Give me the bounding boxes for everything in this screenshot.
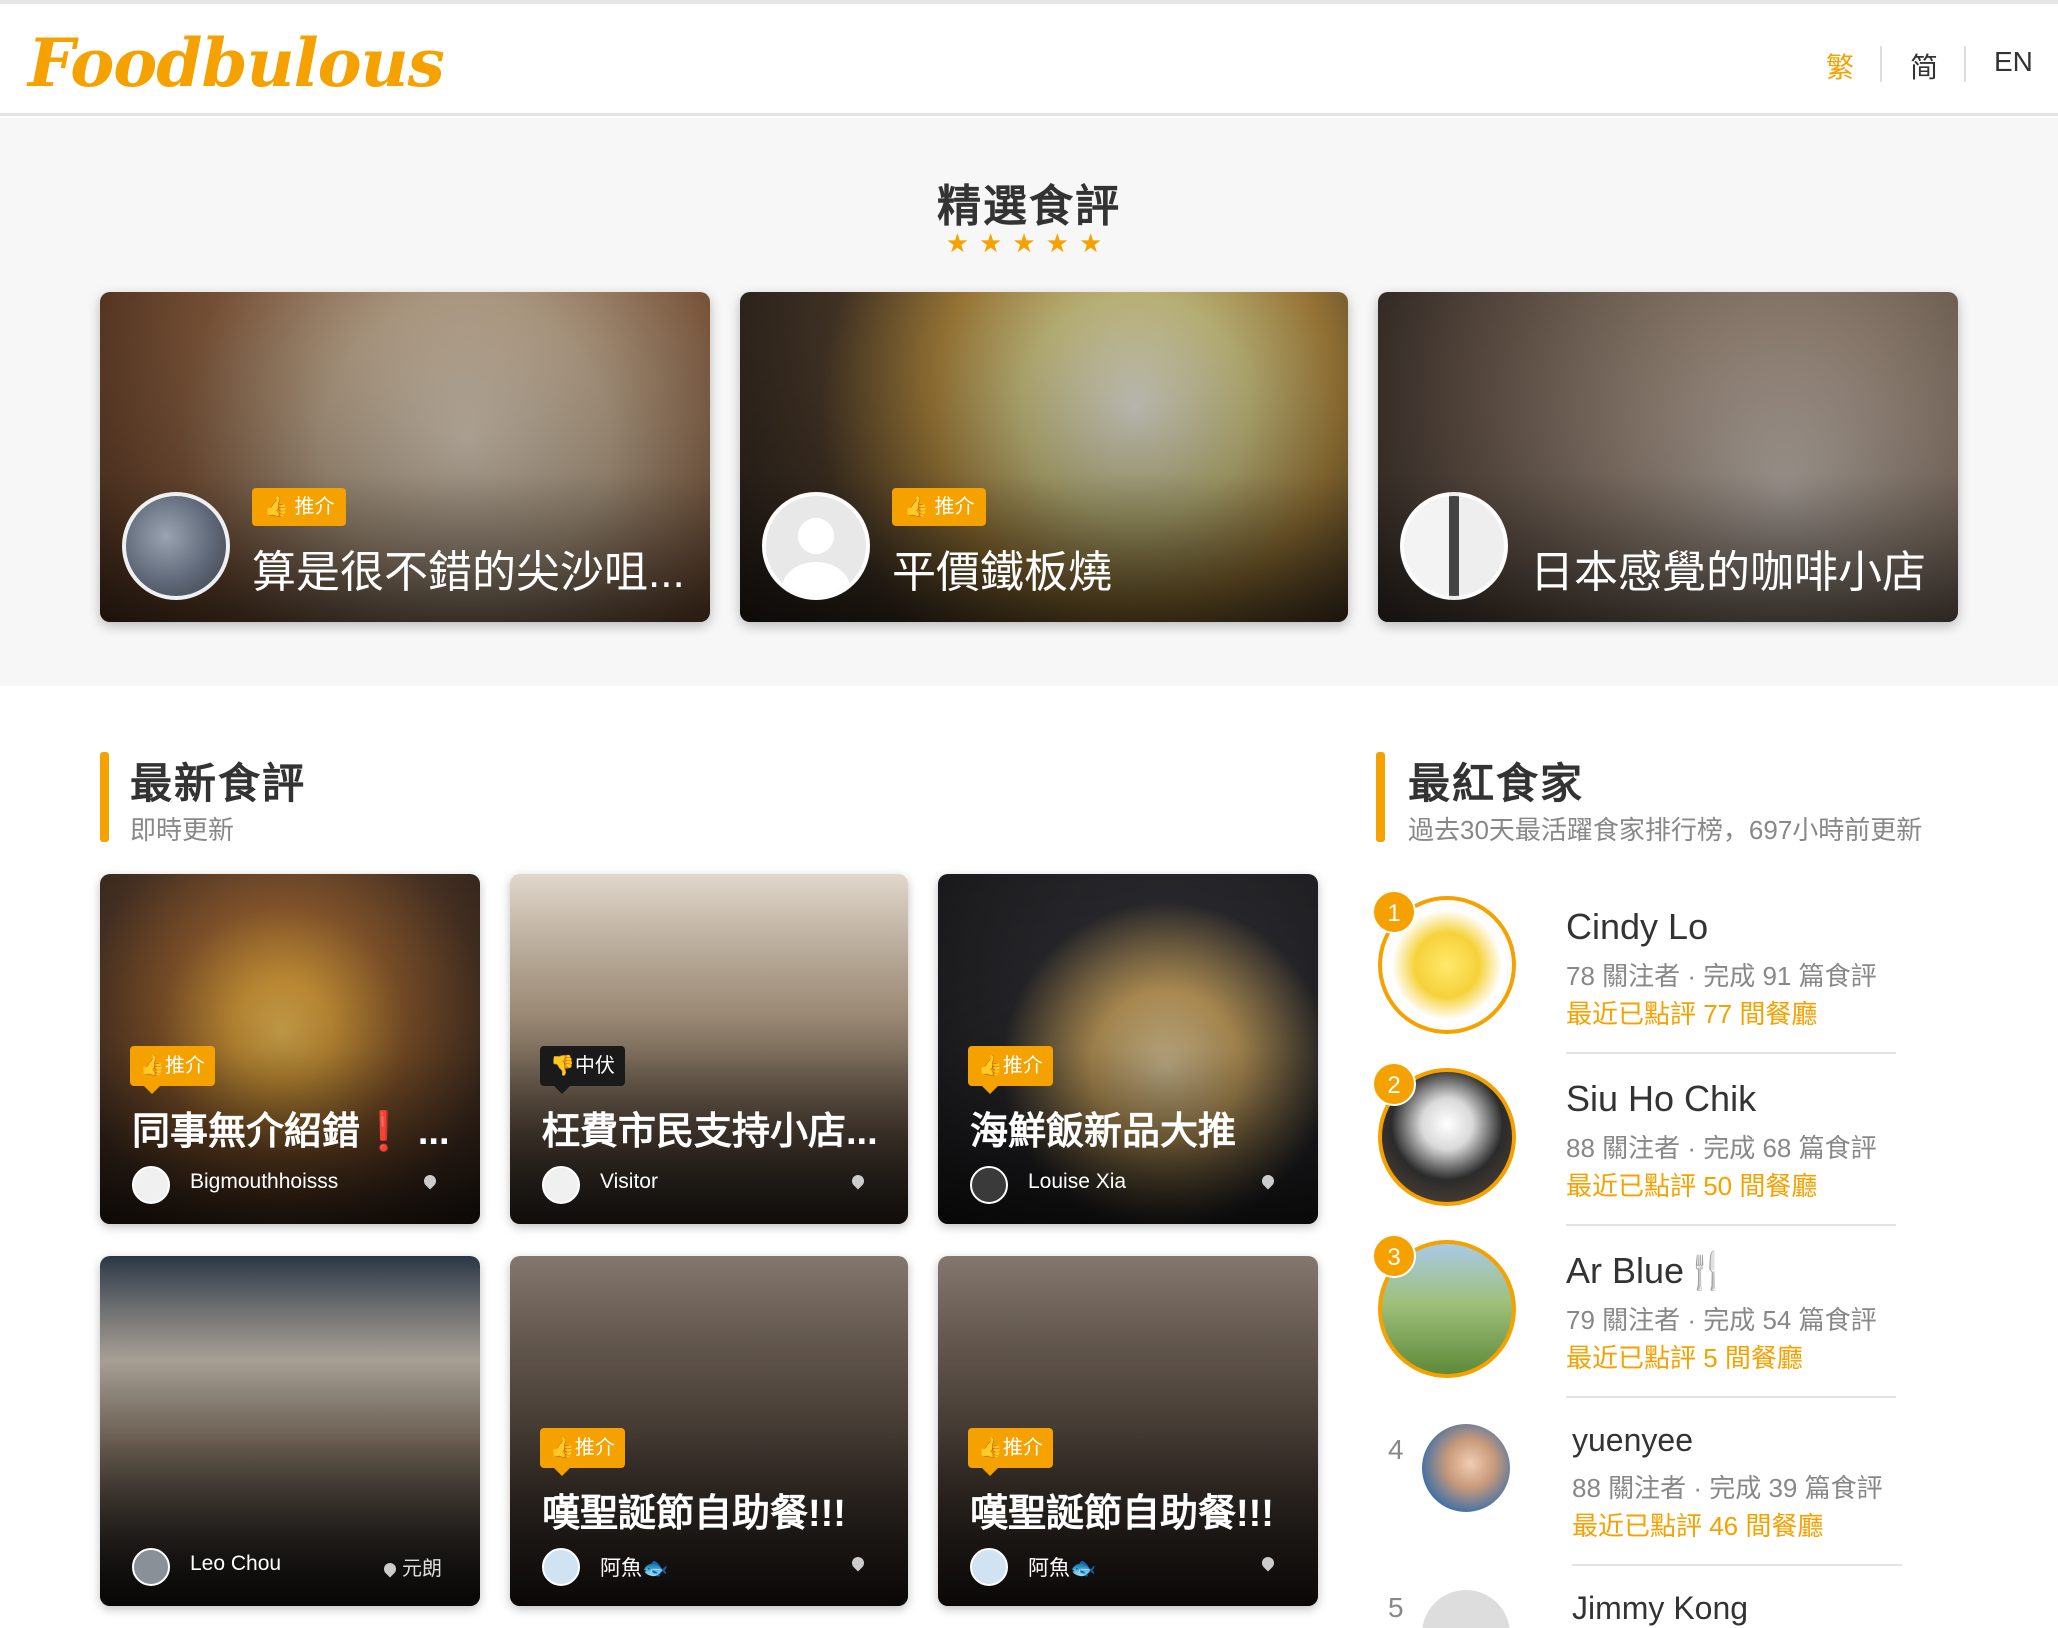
featured-card-title[interactable]: 日本感覺的咖啡小店 bbox=[1530, 536, 1926, 600]
recommend-badge: 👍 推介 bbox=[252, 488, 347, 526]
lang-divider bbox=[1880, 46, 1882, 82]
featured-card[interactable]: 👍 推介 算是很不錯的尖沙咀... bbox=[100, 292, 710, 622]
latest-reviews-title: 最新食評 bbox=[130, 760, 307, 807]
foodie-stats: 78 關注者 · 完成 91 篇食評 bbox=[1566, 961, 1877, 991]
review-card[interactable]: 👍推介 嘆聖誕節自助餐!!! 阿魚🐟 bbox=[510, 1256, 908, 1606]
review-card-title[interactable]: 嘆聖誕節自助餐!!! bbox=[970, 1482, 1300, 1537]
foodie-name[interactable]: Jimmy Kong bbox=[1572, 1590, 1748, 1627]
divider bbox=[1566, 1224, 1896, 1226]
foodie-name[interactable]: Siu Ho Chik bbox=[1566, 1078, 1756, 1120]
recommend-badge: 👍 推介 bbox=[892, 488, 987, 526]
user-avatar[interactable] bbox=[132, 1166, 170, 1204]
featured-card-title[interactable]: 平價鐵板燒 bbox=[892, 536, 1112, 600]
featured-card-title[interactable]: 算是很不錯的尖沙咀... bbox=[252, 536, 685, 600]
review-author[interactable]: Visitor bbox=[600, 1170, 658, 1194]
foodie-stats: 88 關注者 · 完成 68 篇食評 bbox=[1566, 1133, 1877, 1163]
review-author[interactable]: Bigmouthhoisss bbox=[190, 1170, 338, 1194]
user-avatar[interactable] bbox=[542, 1166, 580, 1204]
featured-card[interactable]: 日本感覺的咖啡小店 bbox=[1378, 292, 1958, 622]
lang-english[interactable]: EN bbox=[1994, 46, 2033, 78]
lang-simplified[interactable]: 简 bbox=[1910, 46, 1938, 86]
foodie-avatar[interactable] bbox=[1422, 1590, 1510, 1628]
foodie-recent: 最近已點評 5 間餐廳 bbox=[1566, 1343, 1803, 1373]
foodie-name[interactable]: Cindy Lo bbox=[1566, 906, 1708, 948]
top-foodies-subtitle: 過去30天最活躍食家排行榜，697小時前更新 bbox=[1408, 815, 1923, 845]
review-card[interactable]: 👍推介 同事無介紹錯❗ ... Bigmouthhoisss bbox=[100, 874, 480, 1224]
review-card[interactable]: Leo Chou 元朗 bbox=[100, 1256, 480, 1606]
default-user-icon bbox=[782, 518, 850, 596]
foodie-recent: 最近已點評 46 間餐廳 bbox=[1572, 1511, 1824, 1541]
foodie-name[interactable]: Ar Blue🍴 bbox=[1566, 1250, 1729, 1292]
recommend-badge: 👍推介 bbox=[968, 1428, 1053, 1476]
lang-divider bbox=[1964, 46, 1966, 82]
section-accent-bar bbox=[1376, 752, 1385, 842]
foodie-stats: 88 關注者 · 完成 39 篇食評 bbox=[1572, 1473, 1883, 1503]
foodie-stats: 79 關注者 · 完成 54 篇食評 bbox=[1566, 1305, 1877, 1335]
featured-stars: ★★★★★ bbox=[945, 228, 1113, 258]
foodie-item[interactable]: 1 Cindy Lo 78 關注者 · 完成 91 篇食評 最近已點評 77 間… bbox=[1372, 890, 1896, 1056]
lang-traditional[interactable]: 繁 bbox=[1826, 46, 1854, 86]
review-card-title[interactable]: 枉費市民支持小店... bbox=[542, 1100, 890, 1155]
location-pin-icon bbox=[421, 1170, 442, 1193]
user-avatar[interactable] bbox=[542, 1548, 580, 1586]
author-avatar[interactable] bbox=[762, 492, 870, 600]
recommend-badge: 👍推介 bbox=[540, 1428, 625, 1476]
site-logo[interactable]: Foodbulous bbox=[28, 24, 445, 102]
rank-badge: 1 bbox=[1372, 890, 1416, 934]
user-avatar[interactable] bbox=[132, 1548, 170, 1586]
foodie-recent: 最近已點評 77 間餐廳 bbox=[1566, 999, 1818, 1029]
review-author[interactable]: 阿魚🐟 bbox=[600, 1552, 668, 1582]
review-card-title[interactable]: 海鮮飯新品大推 bbox=[970, 1100, 1300, 1155]
latest-reviews-subtitle: 即時更新 bbox=[130, 815, 235, 845]
divider bbox=[1566, 1052, 1896, 1054]
foodie-recent: 最近已點評 50 間餐廳 bbox=[1566, 1171, 1818, 1201]
section-accent-bar bbox=[100, 752, 109, 842]
review-card-title[interactable]: 嘆聖誕節自助餐!!! bbox=[542, 1482, 890, 1537]
rank-number: 5 bbox=[1388, 1592, 1404, 1623]
review-card[interactable]: 👎中伏 枉費市民支持小店... Visitor bbox=[510, 874, 908, 1224]
foodie-avatar[interactable] bbox=[1422, 1424, 1510, 1512]
top-foodies-title: 最紅食家 bbox=[1408, 760, 1585, 807]
rank-number: 4 bbox=[1388, 1434, 1404, 1465]
review-author[interactable]: 阿魚🐟 bbox=[1028, 1552, 1096, 1582]
divider bbox=[1572, 1564, 1902, 1566]
foodie-item[interactable]: 3 Ar Blue🍴 79 關注者 · 完成 54 篇食評 最近已點評 5 間餐… bbox=[1372, 1234, 1896, 1400]
recommend-badge: 👍推介 bbox=[130, 1046, 215, 1094]
review-author[interactable]: Louise Xia bbox=[1028, 1170, 1126, 1194]
location-pin-icon bbox=[1259, 1552, 1280, 1575]
negative-badge: 👎中伏 bbox=[540, 1046, 625, 1094]
featured-title: 精選食評 bbox=[937, 182, 1121, 231]
location-pin-icon bbox=[1259, 1170, 1280, 1193]
featured-card[interactable]: 👍 推介 平價鐵板燒 bbox=[740, 292, 1348, 622]
recommend-badge: 👍推介 bbox=[968, 1046, 1053, 1094]
featured-section: 精選食評 ★★★★★ 👍 推介 算是很不錯的尖沙咀... 👍 推介 平價鐵板燒 … bbox=[0, 118, 2058, 686]
review-card[interactable]: 👍推介 嘆聖誕節自助餐!!! 阿魚🐟 bbox=[938, 1256, 1318, 1606]
author-avatar[interactable] bbox=[1400, 492, 1508, 600]
user-avatar[interactable] bbox=[970, 1548, 1008, 1586]
foodie-item[interactable]: 2 Siu Ho Chik 88 關注者 · 完成 68 篇食評 最近已點評 5… bbox=[1372, 1062, 1896, 1228]
review-author[interactable]: Leo Chou bbox=[190, 1552, 281, 1576]
review-card[interactable]: 👍推介 海鮮飯新品大推 Louise Xia bbox=[938, 874, 1318, 1224]
divider bbox=[1566, 1396, 1896, 1398]
author-avatar[interactable] bbox=[122, 492, 230, 600]
site-header: Foodbulous 繁 简 EN bbox=[0, 4, 2058, 116]
foodie-name[interactable]: yuenyee bbox=[1572, 1422, 1693, 1459]
foodie-item[interactable]: 4 yuenyee 88 關注者 · 完成 39 篇食評 最近已點評 46 間餐… bbox=[1376, 1422, 1902, 1584]
foodie-item[interactable]: 5 Jimmy Kong bbox=[1376, 1590, 1896, 1628]
location-pin-icon bbox=[849, 1552, 870, 1575]
rank-badge: 2 bbox=[1372, 1062, 1416, 1106]
user-avatar[interactable] bbox=[970, 1166, 1008, 1204]
review-card-title[interactable]: 同事無介紹錯❗ ... bbox=[132, 1100, 462, 1155]
location-pin-icon bbox=[849, 1170, 870, 1193]
rank-badge: 3 bbox=[1372, 1234, 1416, 1278]
location-pin-icon: 元朗 bbox=[381, 1552, 442, 1581]
